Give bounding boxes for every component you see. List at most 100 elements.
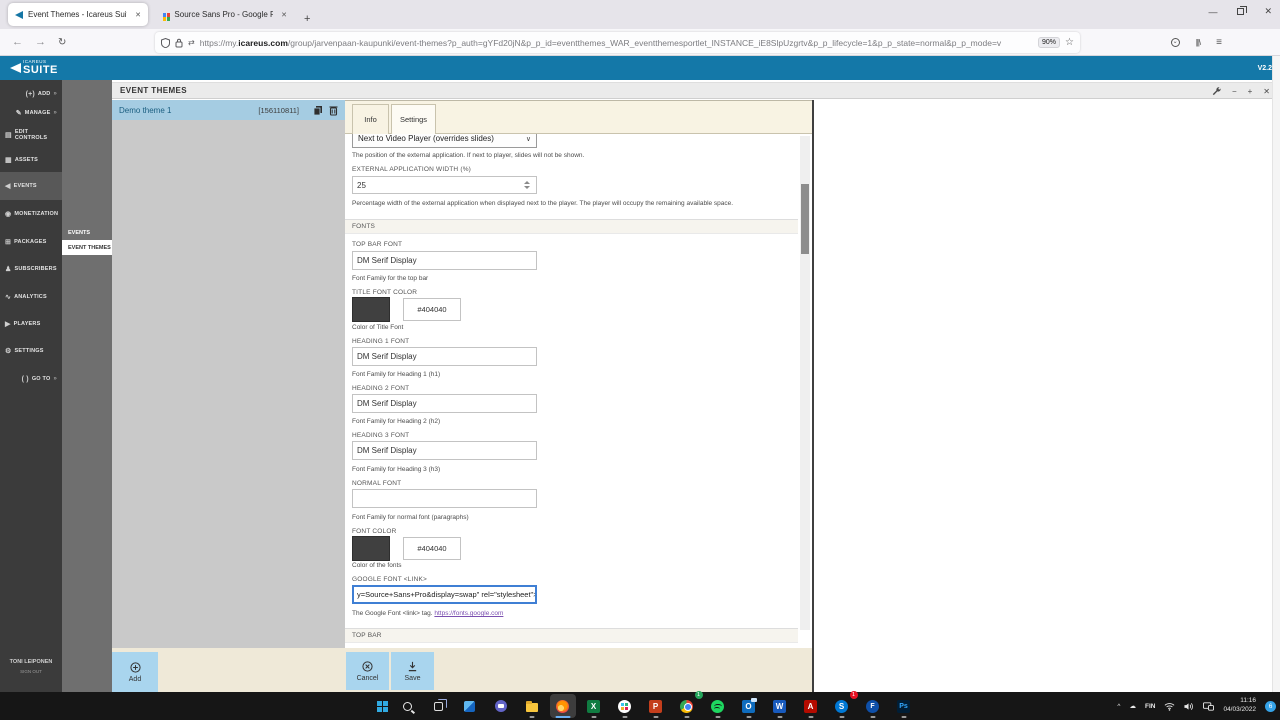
back-button[interactable]: ←: [12, 36, 23, 48]
browser-tab-event-themes[interactable]: Event Themes - Icareus Suite ✕: [8, 3, 148, 26]
sidebar-item-subscribers[interactable]: ♟ SUBSCRIBERS: [0, 255, 62, 283]
shield-icon[interactable]: [161, 37, 170, 48]
sidebar-item-events[interactable]: ◀ EVENTS: [0, 172, 62, 200]
window-close-button[interactable]: ✕: [1264, 6, 1272, 17]
submenu-item-event-themes[interactable]: EVENT THEMES: [62, 240, 112, 255]
tray-chevron-icon[interactable]: ^: [1117, 703, 1120, 710]
portlet-maximize-icon[interactable]: +: [1248, 87, 1253, 96]
font-color-input[interactable]: #404040: [403, 537, 461, 560]
zoom-level-badge[interactable]: 90%: [1038, 37, 1061, 48]
menu-icon[interactable]: ≡: [1216, 37, 1222, 48]
excel-button[interactable]: X: [581, 694, 607, 718]
normal-font-input[interactable]: [352, 489, 537, 508]
font-color-swatch[interactable]: [352, 536, 390, 561]
sidebar-item-edit-controls[interactable]: ▤ EDIT CONTROLS: [0, 122, 62, 148]
taskbar-search[interactable]: [395, 694, 421, 718]
tab-close-icon[interactable]: ✕: [135, 11, 141, 19]
url-bar[interactable]: ⇄ https://my.icareus.com/group/jarvenpaa…: [155, 32, 1080, 53]
submenu-item-events[interactable]: EVENTS: [62, 225, 112, 240]
sidebar-item-players[interactable]: ▶ PLAYERS: [0, 310, 62, 337]
word-button[interactable]: W: [767, 694, 793, 718]
browser-tab-google-fonts[interactable]: Source Sans Pro - Google Fonts ✕: [156, 2, 294, 27]
theme-list-row-selected[interactable]: Demo theme 1 [156110811]: [112, 100, 345, 120]
skype-icon: S: [835, 699, 848, 713]
edit-controls-icon: ▤: [5, 132, 12, 139]
external-app-width-input[interactable]: 25: [352, 176, 537, 194]
pocket-icon[interactable]: ⌄: [1170, 38, 1180, 47]
wifi-icon[interactable]: [1164, 702, 1175, 711]
sidebar-item-go-to[interactable]: ( ) GO TO»: [0, 365, 62, 393]
reload-button[interactable]: ↻: [58, 37, 66, 48]
spotify-button[interactable]: [705, 694, 731, 718]
library-icon[interactable]: |||\: [1196, 38, 1202, 47]
panel-scrollbar-thumb[interactable]: [801, 184, 809, 254]
container-switch-icon[interactable]: ⇄: [188, 38, 195, 47]
copy-icon[interactable]: [313, 105, 323, 116]
firefox-button[interactable]: [549, 694, 576, 718]
number-spinner[interactable]: [520, 181, 534, 189]
window-minimize-button[interactable]: —: [1208, 7, 1217, 17]
bookmark-star-icon[interactable]: ☆: [1065, 37, 1074, 48]
sign-out-link[interactable]: SIGN OUT: [0, 669, 62, 674]
panel-scrollbar[interactable]: [800, 136, 810, 630]
tray-time: 11:16: [1240, 697, 1256, 705]
tab-settings[interactable]: Settings: [391, 104, 436, 134]
clock[interactable]: 11:16 04/03/2022: [1223, 697, 1256, 715]
browser-toolbar: ← → ↻ ⇄ https://my.icareus.com/group/jar…: [0, 29, 1280, 56]
start-button[interactable]: [364, 694, 390, 718]
google-font-link-input[interactable]: y=Source+Sans+Pro&display=swap" rel="sty…: [352, 585, 537, 604]
portlet-minimize-icon[interactable]: −: [1232, 87, 1237, 96]
external-app-position-select[interactable]: Next to Video Player (overrides slides) …: [352, 134, 537, 148]
teams-chat-button[interactable]: [488, 694, 514, 718]
lock-icon[interactable]: [175, 38, 183, 48]
heading-3-font-input[interactable]: [352, 441, 537, 460]
tab-info[interactable]: Info: [352, 104, 389, 134]
system-tray: ^ ☁ FIN 11:16 04/03/2022 6: [1117, 692, 1276, 720]
icareus-logo: ICAREUS SUITE: [10, 60, 58, 76]
field-label: FONT COLOR: [352, 528, 397, 535]
help-text: Percentage width of the external applica…: [352, 200, 734, 207]
title-font-color-swatch[interactable]: [352, 297, 390, 322]
new-tab-button[interactable]: +: [304, 13, 310, 25]
title-font-color-input[interactable]: #404040: [403, 298, 461, 321]
fsecure-button[interactable]: F: [860, 694, 886, 718]
top-bar-font-input[interactable]: [352, 251, 537, 270]
heading-2-font-input[interactable]: [352, 394, 537, 413]
onedrive-icon[interactable]: ☁: [1129, 702, 1136, 710]
outlook-button[interactable]: O: [736, 694, 762, 718]
portlet-close-icon[interactable]: ✕: [1263, 87, 1270, 96]
skype-button[interactable]: S1: [829, 691, 858, 718]
task-view-button[interactable]: [426, 694, 452, 718]
google-fonts-link[interactable]: https://fonts.google.com: [434, 610, 503, 617]
acrobat-button[interactable]: A: [798, 694, 824, 718]
outlook-icon: O: [742, 697, 757, 713]
sidebar-item-manage[interactable]: ✎ MANAGE»: [0, 104, 62, 122]
slack-button[interactable]: [612, 694, 638, 718]
page-scrollbar[interactable]: [1272, 56, 1280, 692]
tab-close-icon[interactable]: ✕: [281, 11, 287, 19]
add-button[interactable]: Add: [112, 652, 158, 692]
sidebar-item-monetization[interactable]: ◉ MONETIZATION: [0, 200, 62, 228]
chrome-button[interactable]: 1: [674, 691, 703, 718]
pen-display-icon[interactable]: [1203, 701, 1215, 711]
notification-badge[interactable]: 6: [1265, 700, 1276, 712]
theme-name: Demo theme 1: [119, 105, 172, 115]
wrench-icon[interactable]: [1212, 87, 1221, 96]
powerpoint-button[interactable]: P: [643, 694, 669, 718]
save-button[interactable]: Save: [391, 652, 434, 690]
sidebar-item-packages[interactable]: ⊞ PACKAGES: [0, 228, 62, 255]
language-indicator[interactable]: FIN: [1145, 703, 1155, 710]
widgets-button[interactable]: [457, 694, 483, 718]
sidebar-item-assets[interactable]: ▦ ASSETS: [0, 148, 62, 172]
photoshop-button[interactable]: Ps: [891, 694, 917, 718]
volume-icon[interactable]: [1184, 702, 1194, 711]
sidebar-item-add[interactable]: (+) ADD»: [0, 84, 62, 104]
cancel-button[interactable]: Cancel: [346, 652, 389, 690]
sidebar-item-analytics[interactable]: ∿ ANALYTICS: [0, 283, 62, 310]
trash-icon[interactable]: [329, 105, 338, 116]
sidebar-item-settings[interactable]: ⚙ SETTINGS: [0, 337, 62, 365]
forward-button[interactable]: →: [35, 36, 46, 48]
file-explorer-button[interactable]: [519, 694, 545, 718]
window-restore-button[interactable]: [1237, 6, 1248, 15]
heading-1-font-input[interactable]: [352, 347, 537, 366]
